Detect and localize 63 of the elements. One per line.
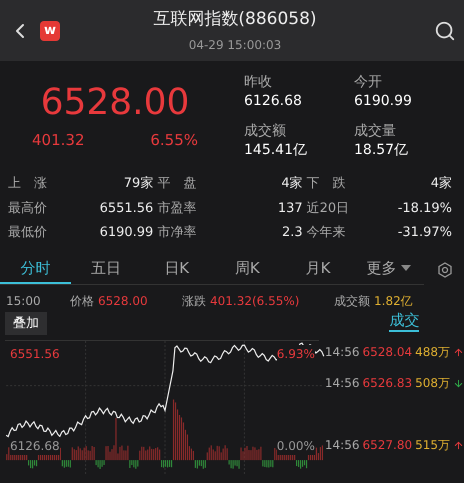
stat-value: 137 — [278, 200, 303, 218]
chart-tab[interactable]: 日K — [141, 254, 212, 284]
settings-button[interactable] — [437, 262, 453, 278]
trade-price: 6528.04 — [362, 344, 412, 361]
trade-price: 6527.80 — [362, 437, 412, 454]
stat-label: 下 跌 — [306, 175, 346, 193]
info-value: 6528.00 — [98, 292, 149, 310]
chart-tab[interactable]: 分时 — [0, 254, 71, 284]
stat-value: 145.41亿 — [244, 140, 308, 160]
current-price: 6528.00 — [40, 81, 190, 125]
stat-value: 6551.56 — [100, 200, 154, 218]
trade-time: 14:56 — [324, 344, 360, 361]
window-title: 互联网指数(886058) — [153, 8, 317, 31]
stat-value: 4家 — [430, 175, 452, 193]
stat-label: 今年来 — [306, 224, 346, 242]
chart-tab[interactable]: 周K — [212, 254, 283, 284]
axis-low-label: 6126.68 — [10, 437, 60, 455]
stat-value: 6126.68 — [244, 92, 303, 111]
stat-value: 79家 — [124, 175, 154, 193]
stat-label: 市盈率 — [157, 200, 196, 218]
trades-tab[interactable]: 成交 — [389, 310, 420, 332]
trade-price: 6526.83 — [362, 375, 412, 392]
up-arrow-icon — [453, 440, 464, 450]
stat-value: 18.57亿 — [354, 140, 410, 160]
trade-volume: 508万 — [415, 375, 450, 392]
chart-tab[interactable]: 月K — [282, 254, 354, 284]
search-button[interactable] — [434, 20, 456, 42]
price-change-percent: 6.55% — [150, 130, 198, 151]
info-label: 成交额 — [334, 292, 370, 310]
stat-value: -18.19% — [398, 200, 452, 218]
price-change: 401.32 — [32, 130, 84, 151]
stat-label: 成交额 — [244, 122, 287, 140]
stat-label: 成交量 — [354, 122, 397, 140]
trade-time: 14:56 — [324, 375, 360, 392]
stat-value: 6190.99 — [354, 92, 413, 111]
info-time: 15:00 — [6, 292, 42, 310]
info-label: 涨跌 — [182, 292, 206, 310]
stat-label: 平 盘 — [157, 175, 196, 193]
stat-label: 今开 — [354, 73, 383, 92]
stat-value: 4家 — [281, 175, 303, 193]
app-logo-icon: w — [40, 20, 60, 40]
chart-tab[interactable]: 更多 — [353, 254, 424, 284]
down-arrow-icon — [453, 378, 464, 388]
trade-volume: 488万 — [415, 344, 450, 361]
timestamp: 04-29 15:00:03 — [188, 37, 282, 54]
stat-label: 最低价 — [8, 224, 47, 242]
chart-tab[interactable]: 五日 — [70, 254, 142, 284]
stat-value: 6190.99 — [100, 224, 154, 242]
stat-value: -31.97% — [398, 224, 452, 242]
info-value: 401.32(6.55%) — [210, 292, 300, 310]
up-arrow-icon — [453, 346, 464, 358]
stat-label: 市净率 — [157, 224, 196, 242]
stat-value: 2.3 — [282, 224, 303, 242]
trade-time: 14:56 — [324, 437, 360, 454]
stat-label: 最高价 — [8, 200, 47, 218]
overlay-button[interactable]: 叠加 — [5, 312, 47, 335]
axis-high-percent: 6.93% — [276, 345, 315, 363]
stat-label: 上 涨 — [8, 175, 47, 193]
stat-label: 昨收 — [244, 73, 273, 92]
trade-volume: 515万 — [415, 437, 450, 454]
info-label: 价格 — [70, 292, 94, 310]
info-value: 1.82亿 — [374, 292, 413, 310]
stat-label: 近20日 — [306, 200, 350, 218]
